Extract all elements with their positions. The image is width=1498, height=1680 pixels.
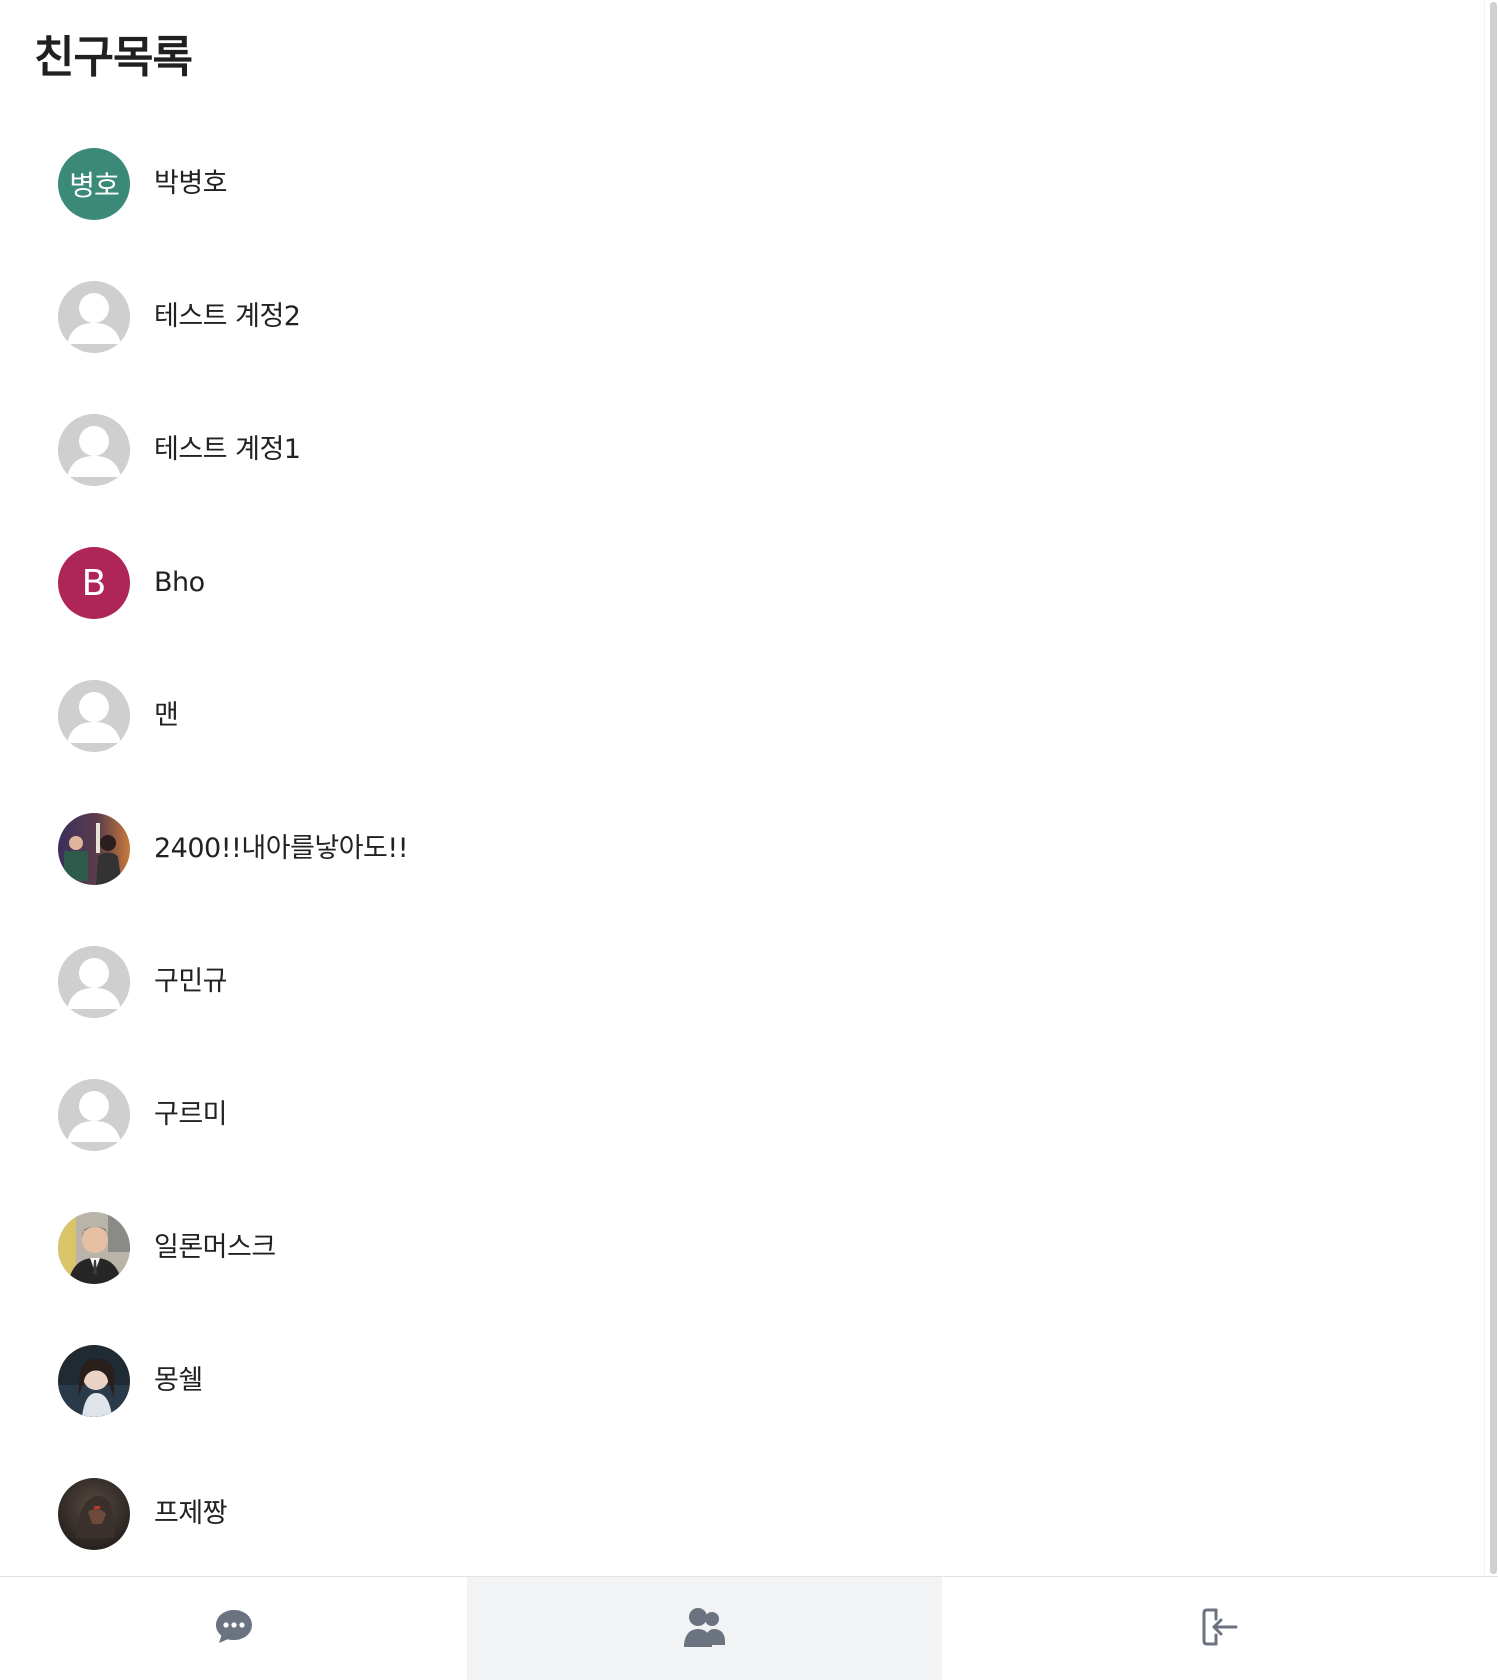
tab-chats[interactable] xyxy=(0,1577,467,1680)
avatar-initials: B xyxy=(81,562,107,604)
friend-name: 테스트 계정2 xyxy=(154,301,301,332)
friend-list-item[interactable]: 구민규 xyxy=(0,915,1484,1048)
bottom-nav xyxy=(0,1576,1498,1680)
friend-list-item[interactable]: 몽쉘 xyxy=(0,1314,1484,1447)
default-user-icon xyxy=(58,414,130,486)
avatar: 병호 xyxy=(58,148,130,220)
friend-name: 일론머스크 xyxy=(154,1232,276,1263)
friend-list-item[interactable]: 병호 박병호 xyxy=(0,117,1484,250)
friend-name: 구르미 xyxy=(154,1099,228,1130)
friend-list-item[interactable]: 구르미 xyxy=(0,1048,1484,1181)
friend-list-item[interactable]: 테스트 계정1 xyxy=(0,383,1484,516)
tab-friends[interactable] xyxy=(467,1577,942,1680)
friend-name: Bho xyxy=(154,567,205,598)
tab-logout[interactable] xyxy=(942,1577,1498,1680)
user-photo xyxy=(58,1345,130,1417)
avatar-initials: 병호 xyxy=(69,169,120,202)
friend-list-item[interactable]: 2400!!내아를낳아도!! xyxy=(0,782,1484,915)
friend-name: 테스트 계정1 xyxy=(154,434,301,465)
friend-name: 맨 xyxy=(154,700,179,731)
friend-name: 몽쉘 xyxy=(154,1365,203,1396)
friend-name: 박병호 xyxy=(154,168,228,199)
avatar: B xyxy=(58,547,130,619)
logout-icon xyxy=(1200,1606,1240,1652)
default-user-icon xyxy=(58,1079,130,1151)
friend-name: 2400!!내아를낳아도!! xyxy=(154,833,409,864)
friend-list-item[interactable]: B Bho xyxy=(0,516,1484,649)
friend-list: 병호 박병호 테스트 계정2 테스트 계정1 B Bho 맨 2400!!내아를… xyxy=(0,117,1484,1576)
default-user-icon xyxy=(58,281,130,353)
friend-name: 프제짱 xyxy=(154,1498,228,1529)
friends-page: 친구목록 병호 박병호 테스트 계정2 테스트 계정1 B Bho 맨 2400… xyxy=(0,0,1484,1576)
page-title: 친구목록 xyxy=(34,32,193,83)
friend-list-item[interactable]: 테스트 계정2 xyxy=(0,250,1484,383)
default-user-icon xyxy=(58,946,130,1018)
chat-bubble-icon xyxy=(214,1608,254,1650)
user-photo xyxy=(58,1478,130,1550)
friend-list-item[interactable]: 맨 xyxy=(0,649,1484,782)
user-photo xyxy=(58,1212,130,1284)
user-photo xyxy=(58,813,130,885)
users-icon xyxy=(683,1607,727,1651)
friend-list-item[interactable]: 프제짱 xyxy=(0,1447,1484,1576)
friend-list-item[interactable]: 일론머스크 xyxy=(0,1181,1484,1314)
scrollbar-thumb[interactable] xyxy=(1490,2,1497,1574)
friend-name: 구민규 xyxy=(154,966,228,997)
scrollbar[interactable] xyxy=(1484,0,1498,1576)
default-user-icon xyxy=(58,680,130,752)
